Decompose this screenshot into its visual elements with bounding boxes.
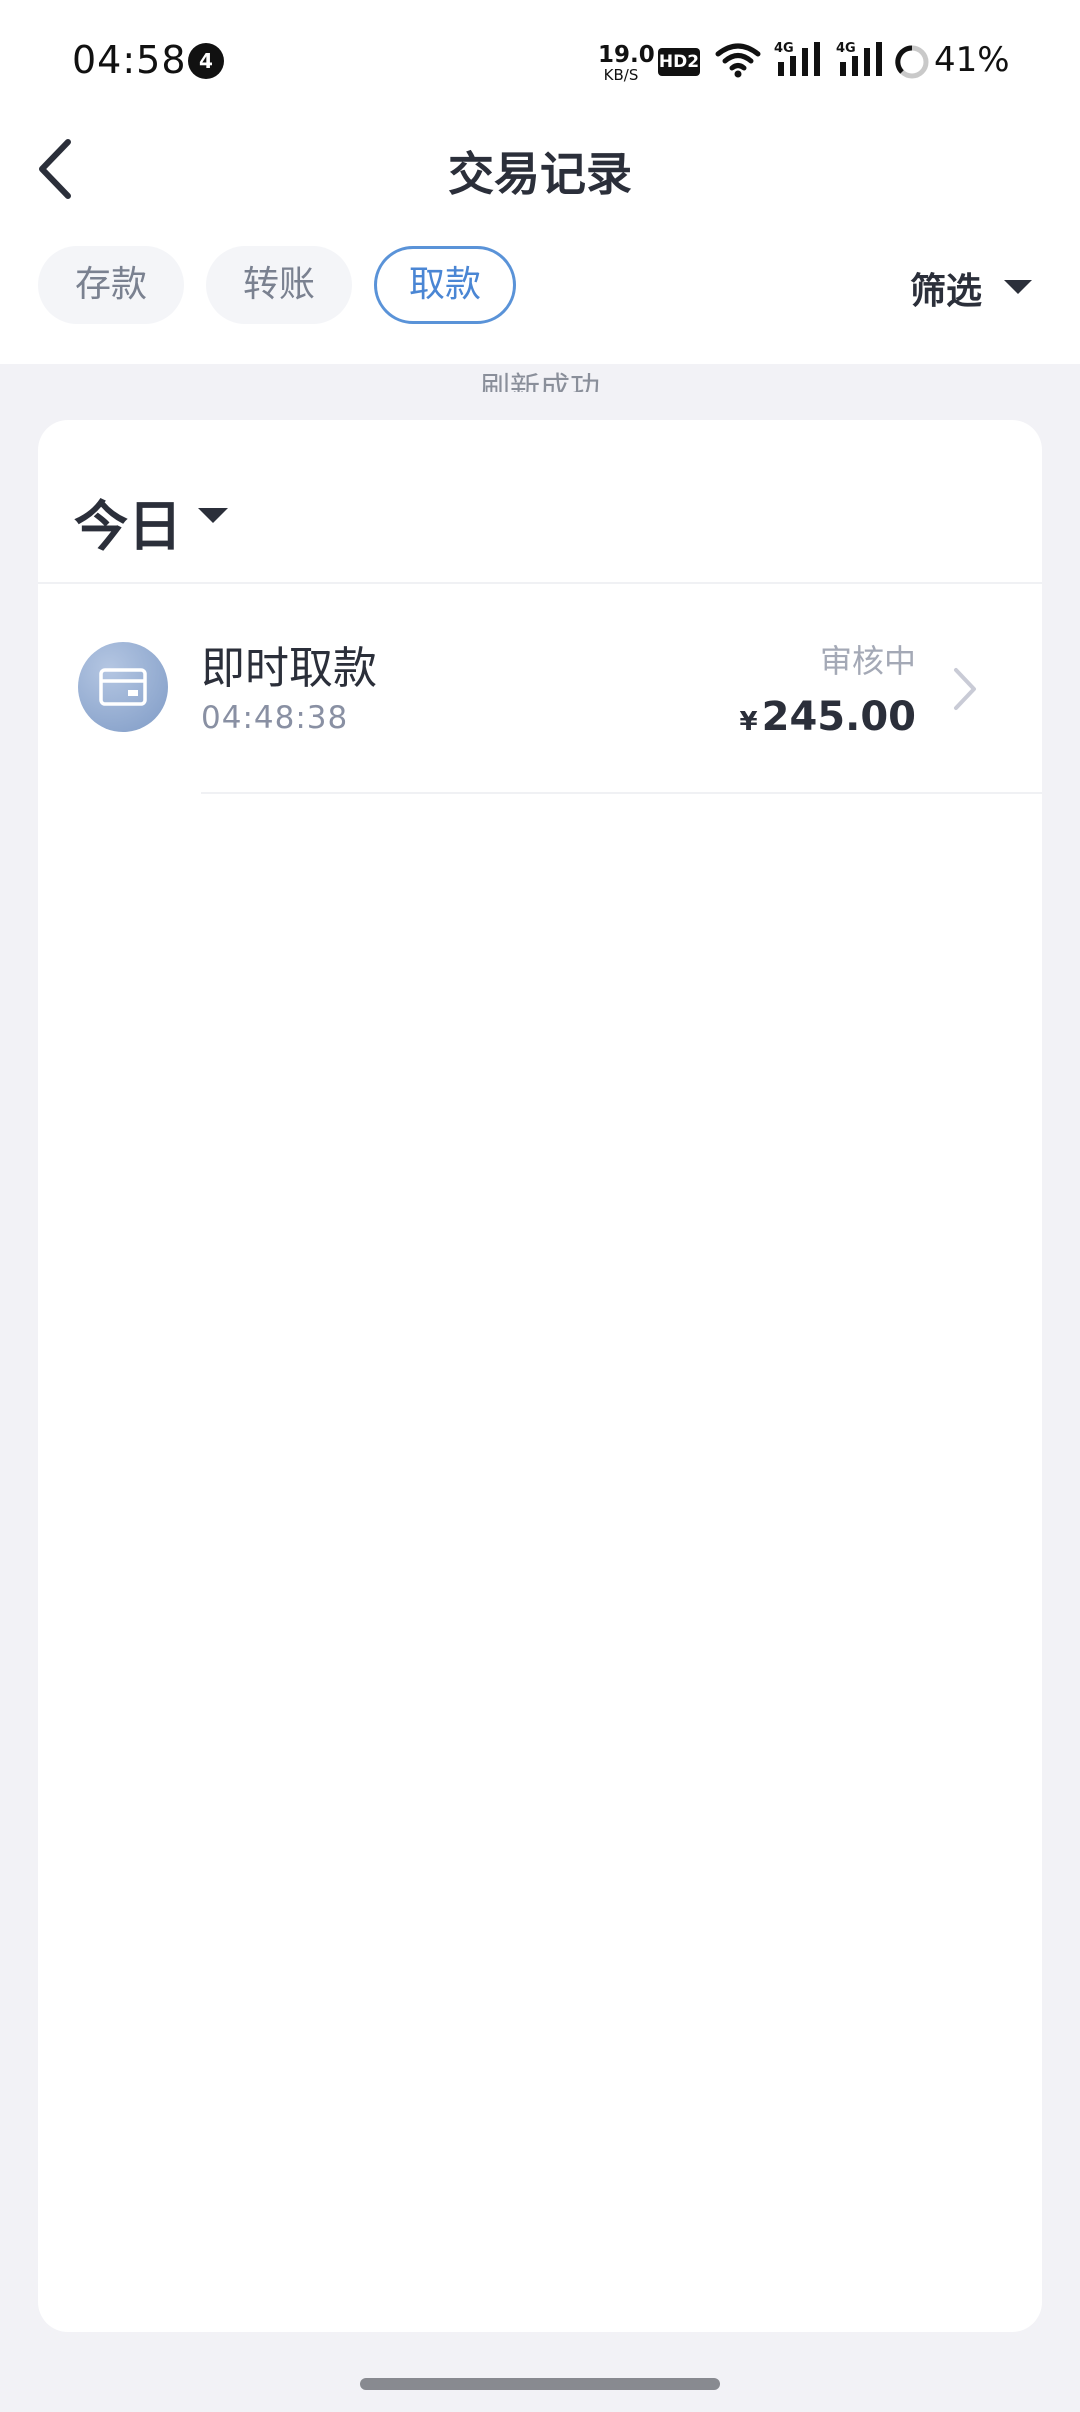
battery-percent: 41%: [934, 40, 1010, 80]
notification-badge: 4: [188, 43, 224, 79]
network-speed-unit: KB/S: [603, 66, 639, 84]
date-label: 今日: [74, 495, 182, 558]
status-bar: 04:58 4 19.0 KB/S HD2 4G 4G 41%: [0, 0, 1080, 120]
wifi-icon: [715, 43, 761, 78]
tab-deposit[interactable]: 存款: [38, 246, 184, 324]
tab-transfer[interactable]: 转账: [206, 246, 352, 324]
tab-withdraw[interactable]: 取款: [374, 246, 516, 324]
home-indicator[interactable]: [360, 2378, 720, 2390]
transaction-amount: ¥245.00: [740, 694, 916, 740]
caret-down-icon: [1004, 280, 1032, 294]
page-title: 交易记录: [448, 147, 632, 201]
currency-symbol: ¥: [739, 707, 758, 737]
caret-down-icon: [198, 508, 228, 523]
signal2-label: 4G: [836, 41, 856, 56]
network-speed-value: 19.0: [598, 42, 655, 68]
transaction-title: 即时取款: [201, 643, 377, 694]
divider: [201, 792, 1042, 794]
battery-icon: [895, 45, 929, 79]
cellular-signal-icon-2: 4G: [836, 41, 882, 76]
transaction-time: 04:48:38: [201, 700, 349, 736]
transaction-row[interactable]: 即时取款 04:48:38 审核中 ¥245.00: [38, 584, 1042, 794]
refresh-success-tip: 刷新成功: [480, 371, 600, 392]
status-time: 04:58: [72, 38, 187, 82]
hd-icon: HD2: [658, 48, 700, 76]
amount-value: 245.00: [761, 694, 916, 740]
network-speed: 19.0 KB/S: [598, 42, 655, 84]
cellular-signal-icon: 4G: [774, 41, 820, 76]
chevron-right-icon: [954, 668, 976, 710]
card-glyph: [99, 668, 147, 706]
transaction-status: 审核中: [819, 642, 916, 680]
card-icon: [78, 642, 168, 732]
filter-label: 筛选: [910, 271, 983, 312]
signal1-label: 4G: [774, 41, 794, 56]
app-header: 交易记录: [0, 120, 1080, 220]
